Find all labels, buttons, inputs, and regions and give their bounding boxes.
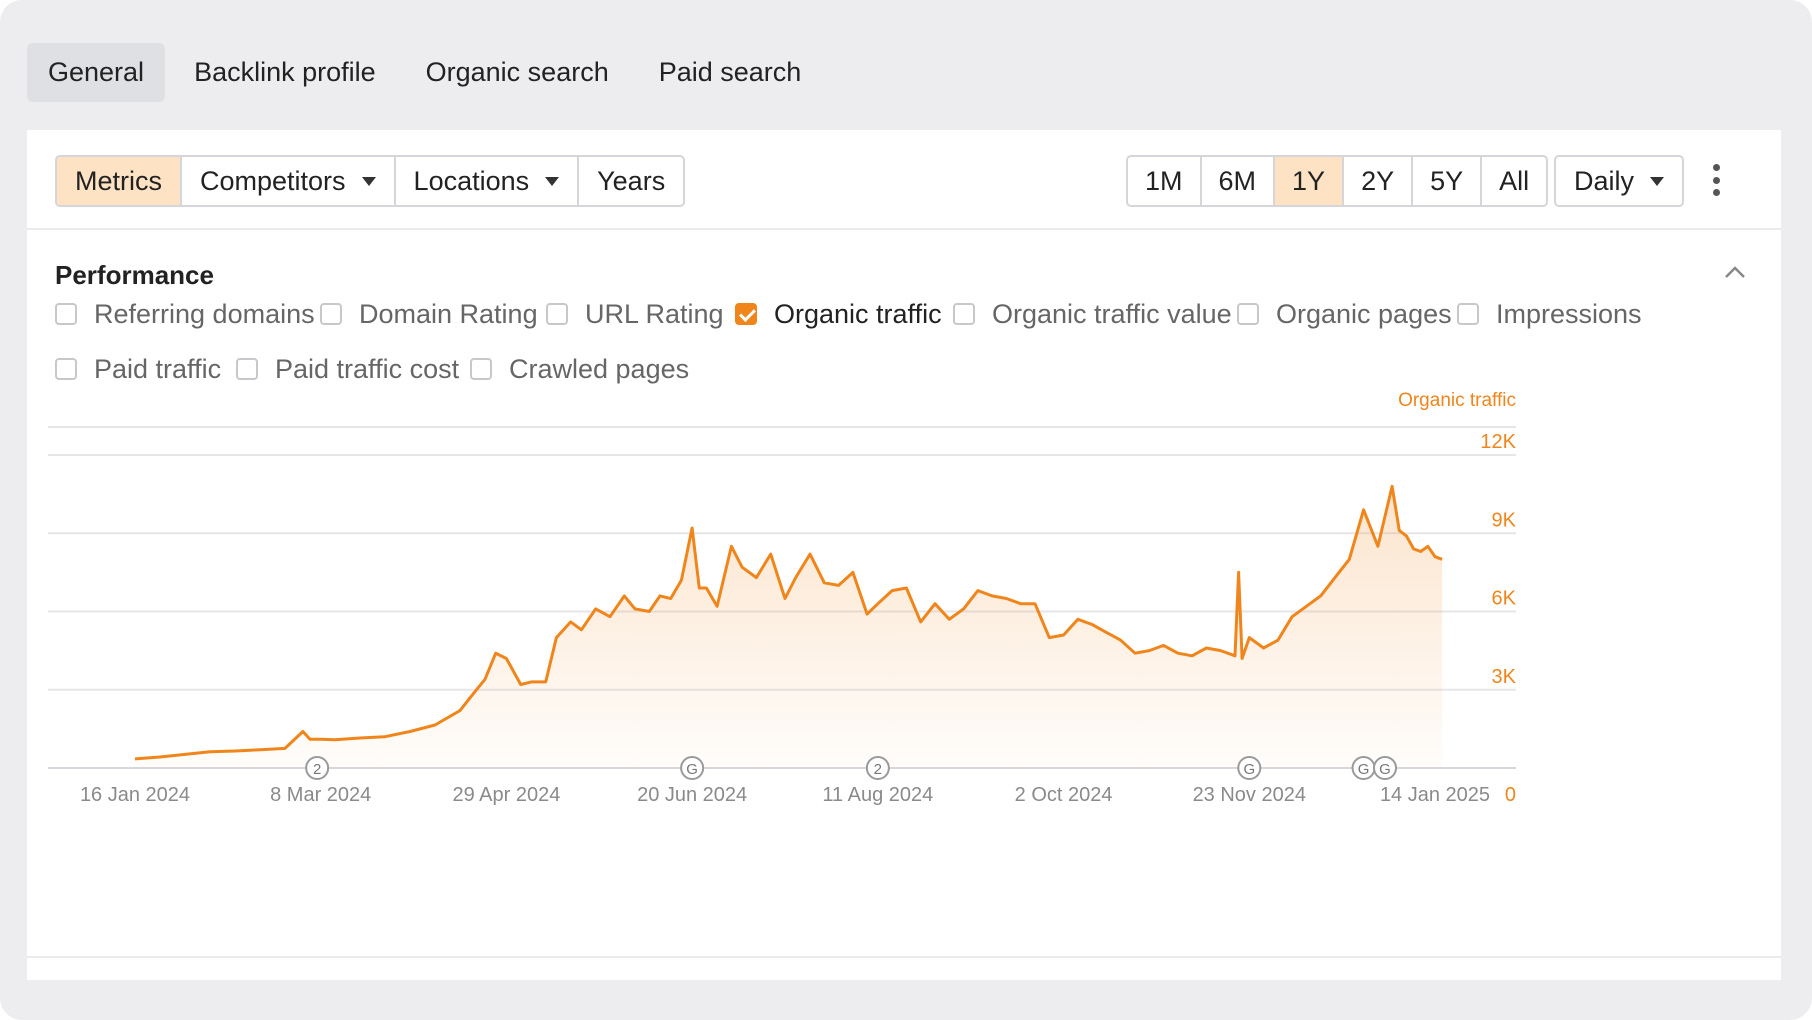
organic-traffic-chart[interactable]: 2G2GGG 16 Jan 2024 8 Mar 2024 29 Apr 2024 2… [27, 130, 1781, 960]
y-tick-label: 9K [1492, 509, 1517, 531]
top-tabs: General Backlink profile Organic search … [27, 43, 822, 102]
x-tick-label: 16 Jan 2024 [80, 784, 190, 806]
organic-traffic-area [135, 486, 1443, 768]
x-tick-label: 14 Jan 2025 [1380, 784, 1490, 806]
tab-organic-search[interactable]: Organic search [405, 43, 630, 102]
svg-text:G: G [1358, 761, 1370, 778]
x-tick-label: 8 Mar 2024 [270, 784, 371, 806]
google-update-marker[interactable]: G [1237, 756, 1262, 780]
app-frame: General Backlink profile Organic search … [0, 0, 1812, 1020]
svg-text:G: G [1243, 761, 1255, 778]
tab-general[interactable]: General [27, 43, 166, 102]
x-tick-label: 11 Aug 2024 [822, 784, 933, 806]
svg-text:2: 2 [874, 761, 882, 778]
y-tick-label: 6K [1492, 588, 1517, 610]
x-tick-label: 20 Jun 2024 [637, 784, 747, 806]
overview-card: Metrics Competitors Locations Years 1M 6… [27, 130, 1781, 980]
tab-backlink-profile[interactable]: Backlink profile [173, 43, 397, 102]
y-tick-label: 3K [1492, 666, 1517, 688]
svg-text:2: 2 [313, 761, 321, 778]
y-axis-title: Organic traffic [1398, 390, 1516, 411]
annotation-marker[interactable]: 2 [865, 756, 890, 780]
google-update-marker[interactable]: G [1373, 756, 1397, 780]
x-tick-label: 2 Oct 2024 [1015, 784, 1113, 806]
svg-text:G: G [1379, 761, 1391, 778]
annotation-marker[interactable]: 2 [305, 756, 330, 780]
x-tick-label: 29 Apr 2024 [452, 784, 560, 806]
svg-text:G: G [686, 761, 698, 778]
google-update-marker[interactable]: G [1351, 756, 1376, 780]
divider [27, 956, 1781, 958]
y-tick-label: 0 [1505, 784, 1516, 806]
google-update-marker[interactable]: G [680, 756, 705, 780]
x-tick-label: 23 Nov 2024 [1193, 784, 1306, 806]
tab-paid-search[interactable]: Paid search [638, 43, 823, 102]
y-tick-label: 12K [1480, 431, 1516, 453]
